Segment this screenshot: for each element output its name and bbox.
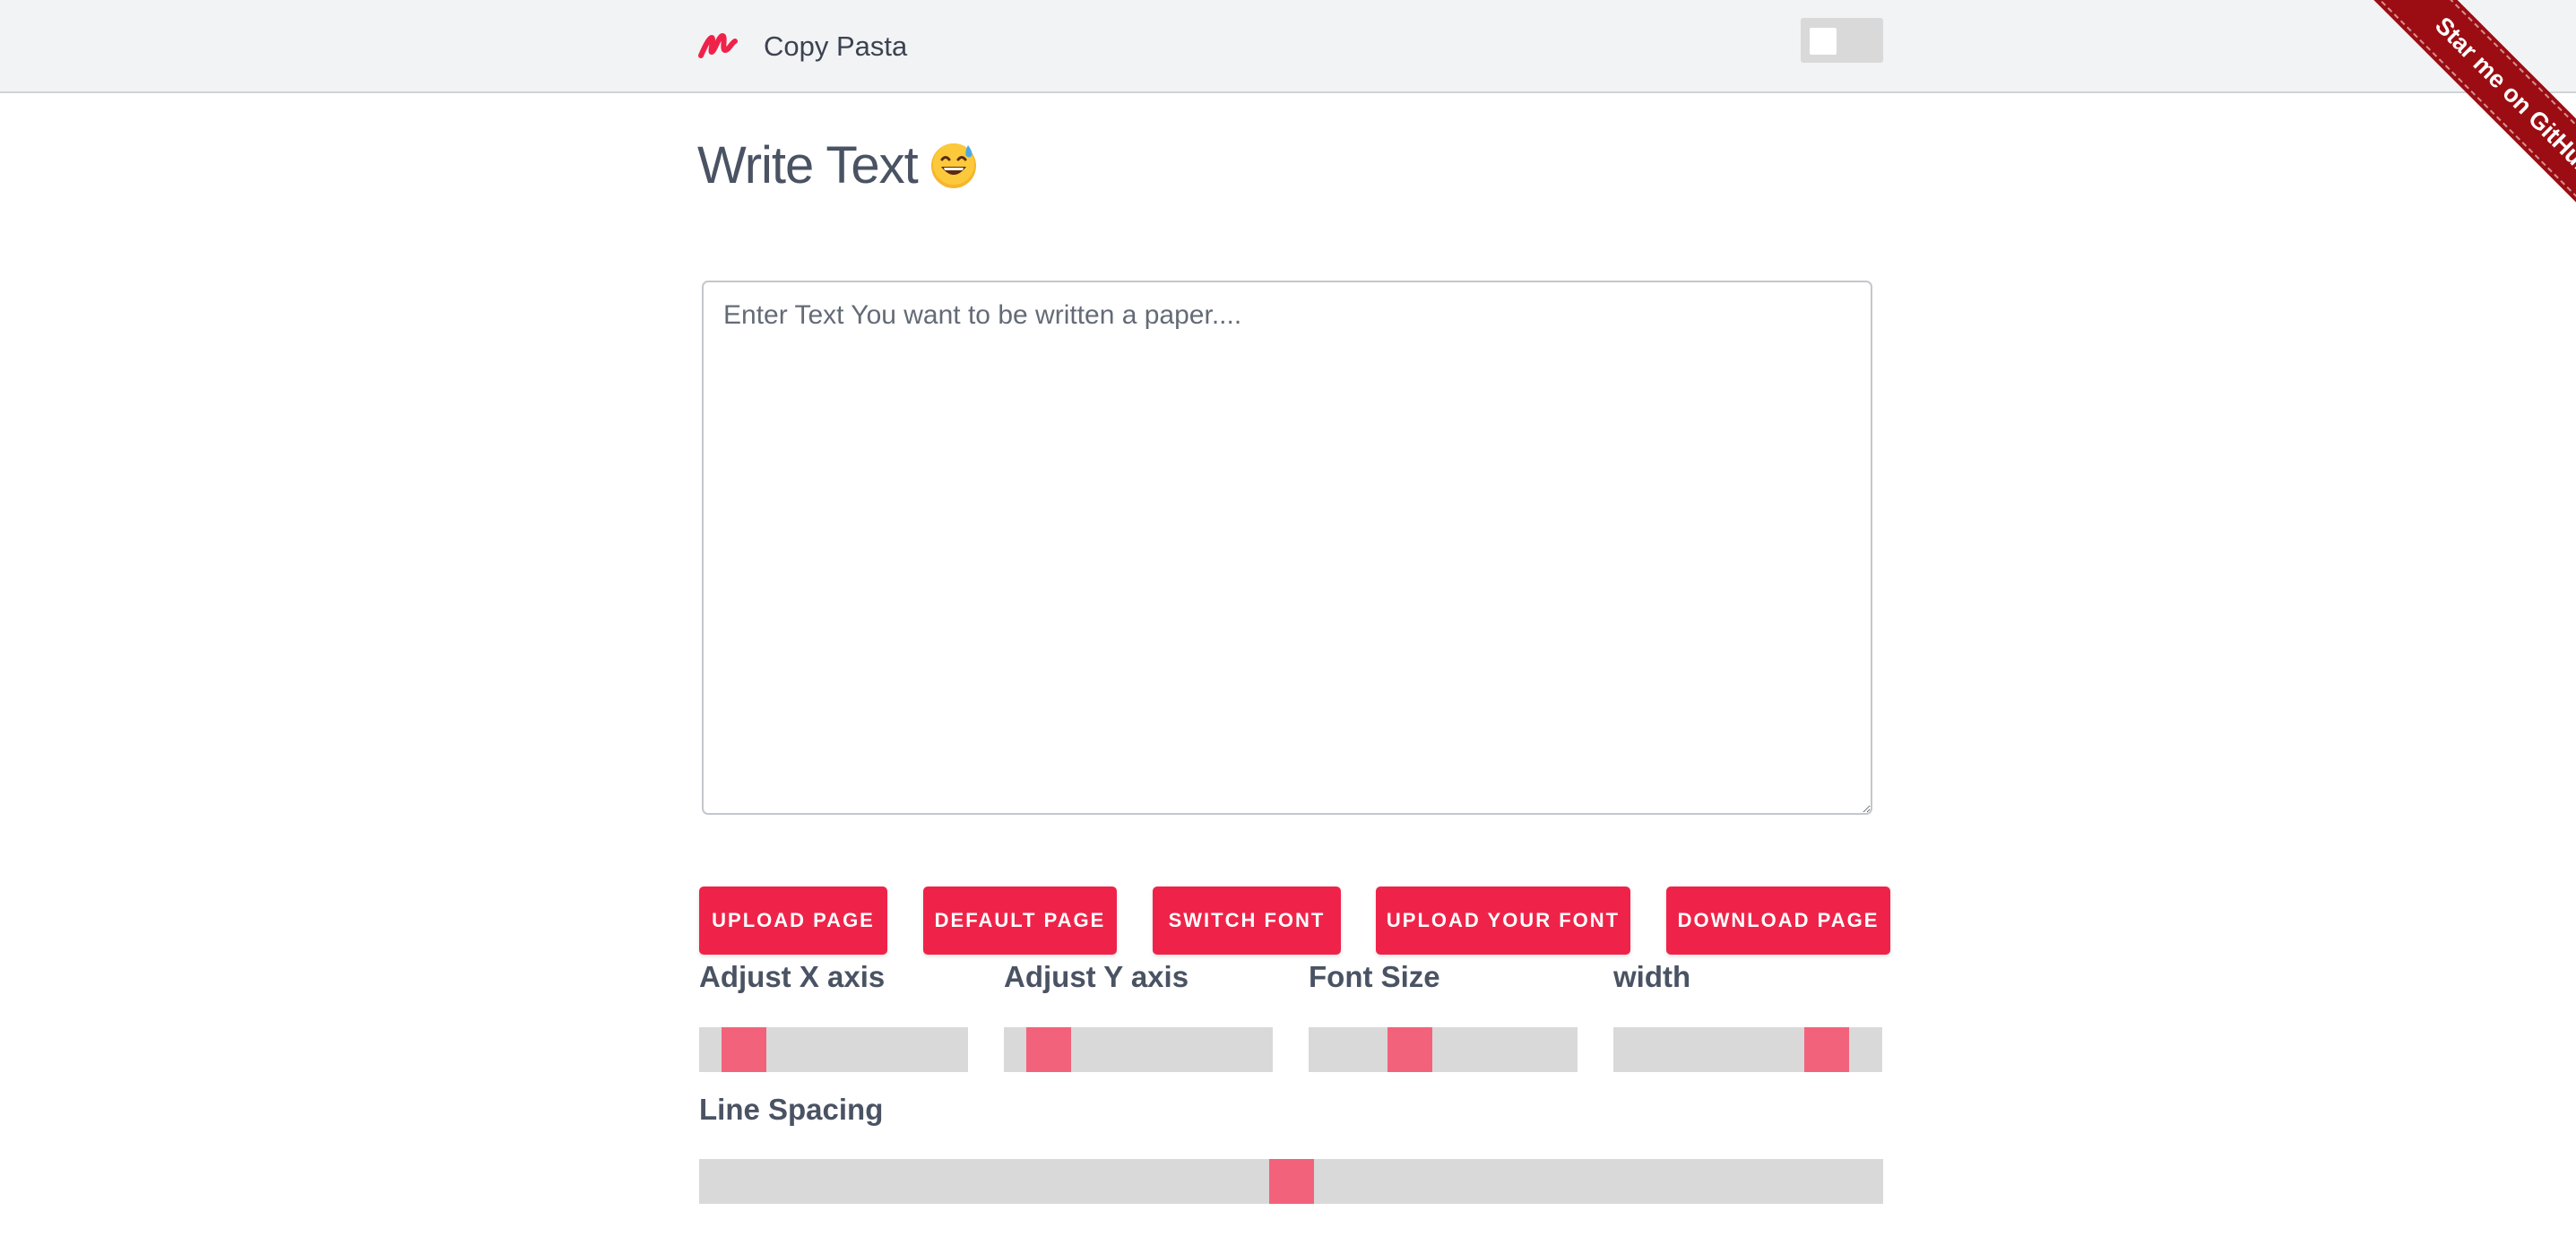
slider-thumb[interactable] [1026,1027,1071,1072]
page-title-text: Write Text [697,136,919,195]
upload-font-button[interactable]: UPLOAD YOUR FONT [1376,887,1630,955]
github-ribbon-container: Star me on GitHub [2307,0,2576,269]
width-slider[interactable] [1613,1027,1882,1072]
default-page-button[interactable]: DEFAULT PAGE [923,887,1117,955]
brand-scribble-icon[interactable] [697,25,739,65]
adjust-y-axis-label: Adjust Y axis [1004,960,1189,993]
line-spacing-label: Line Spacing [699,1093,884,1126]
font-size-label: Font Size [1309,960,1440,993]
dark-mode-toggle[interactable] [1801,18,1883,63]
app-page: Copy Pasta Star me on GitHub Write Text … [0,0,2576,1237]
slider-thumb[interactable] [722,1027,766,1072]
slider-thumb[interactable] [1269,1159,1314,1204]
upload-page-button[interactable]: UPLOAD PAGE [699,887,887,955]
github-ribbon-link[interactable]: Star me on GitHub [2362,0,2576,249]
font-size-slider[interactable] [1309,1027,1578,1072]
adjust-y-axis-slider[interactable] [1004,1027,1273,1072]
navbar: Copy Pasta [0,0,2576,93]
slider-thumb[interactable] [1804,1027,1849,1072]
page-title: Write Text [697,134,979,197]
width-label: width [1613,960,1691,993]
adjust-x-axis-label: Adjust X axis [699,960,886,993]
toggle-knob[interactable] [1810,28,1837,55]
download-page-button[interactable]: DOWNLOAD PAGE [1666,887,1890,955]
switch-font-button[interactable]: SWITCH FONT [1153,887,1341,955]
brand-name[interactable]: Copy Pasta [764,27,907,66]
slider-thumb[interactable] [1387,1027,1432,1072]
adjust-x-axis-slider[interactable] [699,1027,968,1072]
line-spacing-slider[interactable] [699,1159,1883,1204]
grinning-face-with-sweat-icon [930,143,976,188]
text-input-area[interactable] [702,281,1872,815]
